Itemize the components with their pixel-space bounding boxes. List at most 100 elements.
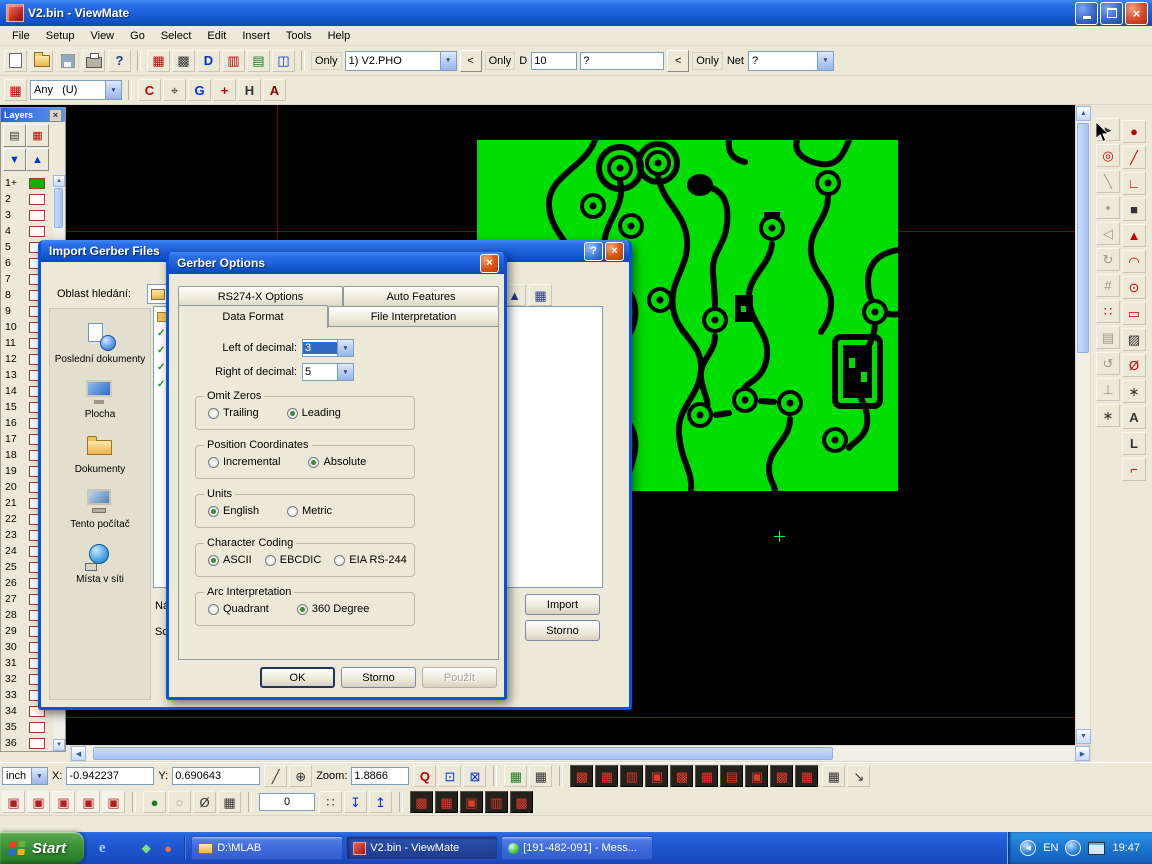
circle-off-icon[interactable]: ○	[168, 791, 191, 813]
place-item[interactable]: Tento počítač	[70, 486, 129, 530]
draw-line-icon[interactable]: ╱	[1122, 146, 1146, 169]
draw-arc-icon[interactable]: ◠	[1122, 250, 1146, 273]
taskbar-button-messenger[interactable]: [191-482-091] - Mess...	[501, 836, 653, 860]
chevron-down-icon[interactable]: ▼	[105, 81, 121, 99]
messenger-icon[interactable]: ◆	[137, 839, 155, 857]
zoom-in-icon[interactable]: Q	[413, 765, 436, 787]
negative-view-icon[interactable]: ▩	[172, 50, 195, 72]
menu-item[interactable]: Tools	[278, 28, 320, 44]
layer-colors-icon[interactable]: ▦	[26, 124, 49, 147]
draw-filled-icon[interactable]: ■	[1122, 198, 1146, 221]
import-button[interactable]: Import	[525, 594, 600, 615]
film-slot-icon[interactable]: ▤	[720, 765, 743, 787]
draw-circle-icon[interactable]: ⊙	[1122, 276, 1146, 299]
board-view-icon[interactable]: ▤	[247, 50, 270, 72]
layer-swatch[interactable]	[29, 226, 45, 237]
place-item[interactable]: Poslední dokumenty	[55, 321, 146, 365]
tab[interactable]: Data Format	[178, 305, 328, 328]
macro-view-icon[interactable]: ▥	[222, 50, 245, 72]
tool-undo-icon[interactable]: ↺	[1096, 352, 1120, 375]
draw-hatch-icon[interactable]: ▨	[1122, 328, 1146, 351]
menu-item[interactable]: Go	[122, 28, 153, 44]
new-file-icon[interactable]	[4, 50, 27, 72]
place-item[interactable]: Místa v síti	[76, 541, 124, 585]
scroll-down-icon[interactable]: ▼	[53, 739, 65, 751]
film-grid-icon[interactable]: ▦	[4, 79, 27, 101]
scroll-thumb[interactable]	[1077, 123, 1089, 353]
tab[interactable]: Auto Features	[343, 286, 499, 306]
origin-icon[interactable]: ⊕	[289, 765, 312, 787]
window-titlebar[interactable]: V2.bin - ViewMate ×	[0, 0, 1152, 26]
layer-select-combo[interactable]: 1) V2.PHO ▼	[345, 51, 457, 71]
film-slot-icon[interactable]: ▦	[795, 765, 818, 787]
radio-option[interactable]: 360 Degree	[297, 603, 370, 615]
pattern-icon[interactable]: ▩	[510, 791, 533, 813]
scroll-thumb[interactable]	[93, 747, 833, 760]
scroll-right-icon[interactable]: ▶	[1075, 746, 1090, 761]
tool-mirror-icon[interactable]: ◁	[1096, 222, 1120, 245]
dcode-table-icon[interactable]: ▦	[504, 765, 527, 787]
film-slot-icon[interactable]: ▦	[695, 765, 718, 787]
film-slot-icon[interactable]: ▩	[770, 765, 793, 787]
radio-option[interactable]: Absolute	[308, 456, 366, 468]
pattern-icon[interactable]: ▦	[435, 791, 458, 813]
net-table-icon[interactable]: ▦	[529, 765, 552, 787]
draw-polyline-icon[interactable]: ∟	[1122, 172, 1146, 195]
tool-snap-icon[interactable]: #	[1096, 274, 1120, 297]
scroll-left-icon[interactable]: ◀	[71, 746, 86, 761]
folder-launch-icon[interactable]	[115, 839, 133, 857]
radio-option[interactable]: Leading	[287, 407, 341, 419]
film-slot-icon[interactable]: ▣	[645, 765, 668, 787]
draw-slot-icon[interactable]: Ø	[1122, 354, 1146, 377]
draw-polygon-icon[interactable]: ▲	[1122, 224, 1146, 247]
restore-button[interactable]	[1100, 2, 1123, 25]
y-coordinate-field[interactable]	[172, 767, 260, 785]
chevron-down-icon[interactable]: ▼	[337, 340, 353, 356]
tab[interactable]: RS274-X Options	[178, 286, 343, 306]
internet-explorer-icon[interactable]: e	[93, 839, 111, 857]
diameter-icon[interactable]: Ø	[193, 791, 216, 813]
chevron-down-icon[interactable]: ▼	[31, 768, 47, 784]
layer-down-icon[interactable]: ▼	[3, 148, 26, 171]
scroll-track[interactable]	[86, 746, 1075, 761]
select-highlight-icon[interactable]: H	[238, 79, 261, 101]
tray-app-icon[interactable]	[1065, 840, 1081, 856]
menu-item[interactable]: Insert	[234, 28, 278, 44]
pan-icon[interactable]: ↘	[847, 765, 870, 787]
only-net-toggle[interactable]: Only	[692, 52, 723, 70]
tool-padstack-icon[interactable]: ◎	[1096, 144, 1120, 167]
start-button[interactable]: Start	[0, 832, 84, 864]
layer-swatch[interactable]	[29, 210, 45, 221]
film-view-icon[interactable]: ▦	[147, 50, 170, 72]
status-light-icon[interactable]: ●	[143, 791, 166, 813]
select-aperture-icon[interactable]: A	[263, 79, 286, 101]
draw-pad-icon[interactable]: ●	[1122, 120, 1146, 143]
layer-table-icon[interactable]: ▤	[3, 124, 26, 147]
menu-item[interactable]: Help	[320, 28, 359, 44]
select-clear-icon[interactable]: C	[138, 79, 161, 101]
save-file-icon[interactable]	[56, 50, 79, 72]
prev-layer-button[interactable]: <	[460, 50, 482, 72]
grid-icon[interactable]: ▦	[218, 791, 241, 813]
chevron-down-icon[interactable]: ▼	[337, 364, 353, 380]
tool-layers-icon[interactable]: ▤	[1096, 326, 1120, 349]
close-button[interactable]: ×	[480, 254, 499, 273]
what-is-icon[interactable]: ?	[108, 50, 131, 72]
layer-swatch[interactable]	[29, 194, 45, 205]
close-button[interactable]: ×	[1125, 2, 1148, 25]
film-icon[interactable]: ▣	[52, 791, 75, 813]
zoom-window-icon[interactable]: ⊡	[438, 765, 461, 787]
pattern-icon[interactable]: ▩	[410, 791, 433, 813]
layer-swatch[interactable]	[29, 738, 45, 749]
layer-swatch[interactable]	[29, 722, 45, 733]
scroll-up-icon[interactable]: ▲	[1076, 106, 1091, 121]
pattern-icon[interactable]: ▣	[460, 791, 483, 813]
film-slot-icon[interactable]: ▥	[620, 765, 643, 787]
ok-button[interactable]: OK	[260, 667, 335, 688]
select-point-icon[interactable]: +	[213, 79, 236, 101]
tool-array-icon[interactable]: ∷	[1096, 300, 1120, 323]
chevron-down-icon[interactable]: ▼	[440, 52, 456, 70]
horizontal-scrollbar[interactable]: ◀ ▶	[70, 745, 1091, 762]
left-of-decimal-combo[interactable]: 3 ▼	[302, 339, 354, 357]
scroll-up-icon[interactable]: ▲	[53, 175, 65, 187]
